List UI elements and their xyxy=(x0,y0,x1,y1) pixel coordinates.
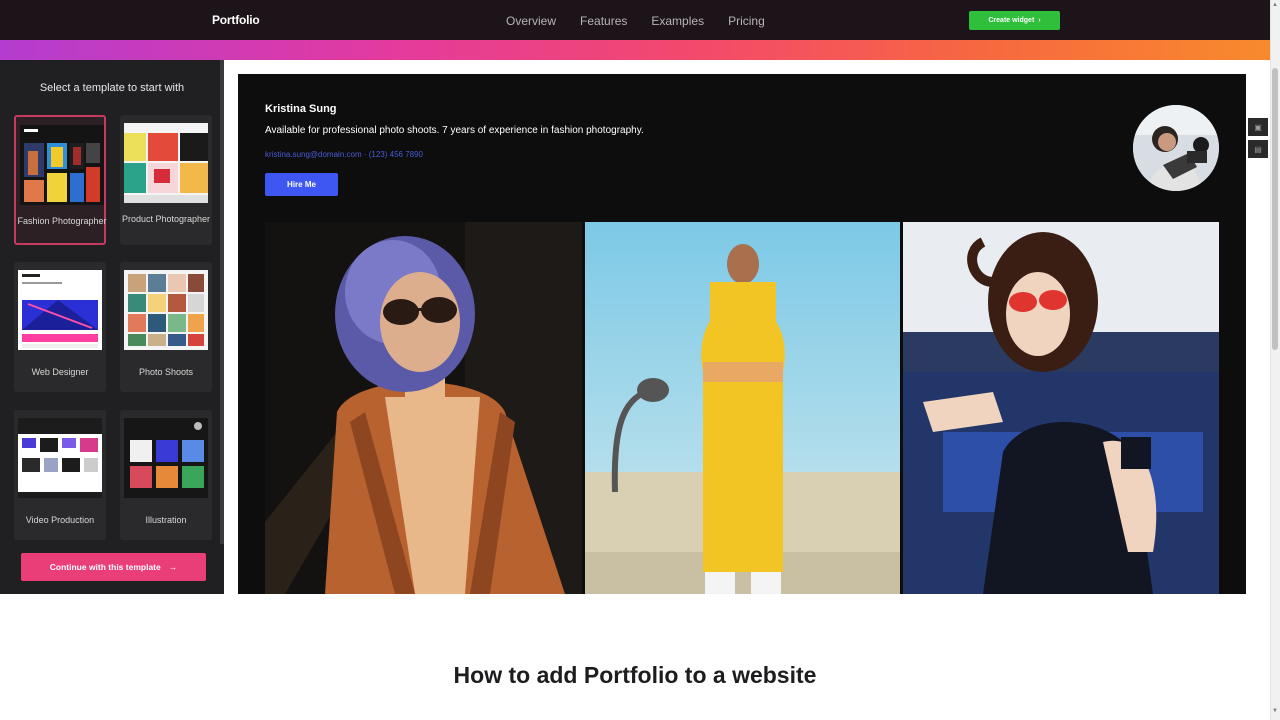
template-label: Photo Shoots xyxy=(138,367,194,377)
template-card-product-photographer[interactable]: Product Photographer xyxy=(120,115,212,245)
continue-label: Continue with this template xyxy=(49,562,161,572)
template-card-fashion-photographer[interactable]: Fashion Photographer xyxy=(14,115,107,245)
nav-pricing[interactable]: Pricing xyxy=(728,14,765,28)
how-to-heading: How to add Portfolio to a website xyxy=(453,662,817,688)
portfolio-photo-3[interactable] xyxy=(903,222,1219,594)
create-widget-label: Create widget xyxy=(988,17,1035,24)
nav-features[interactable]: Features xyxy=(580,14,627,28)
panel-scrollbar[interactable] xyxy=(220,60,224,544)
template-card-web-designer[interactable]: Web Designer xyxy=(14,262,106,392)
create-widget-button[interactable]: Create widget › xyxy=(969,11,1060,30)
template-card-video-production[interactable]: Video Production xyxy=(14,410,106,540)
template-thumbnail xyxy=(124,418,208,498)
template-thumbnail xyxy=(124,123,208,203)
expand-icon[interactable]: ▣ xyxy=(1248,118,1268,136)
portfolio-photo-1[interactable] xyxy=(265,222,582,594)
brand-logo[interactable]: Portfolio xyxy=(212,13,260,27)
layout-icon[interactable]: ▤ xyxy=(1248,140,1268,158)
top-navbar: Portfolio Overview Features Examples Pri… xyxy=(0,0,1270,40)
template-thumbnail xyxy=(20,125,104,205)
profile-name: Kristina Sung xyxy=(265,103,337,115)
avatar xyxy=(1133,105,1219,191)
panel-title: Select a template to start with xyxy=(39,82,185,94)
nav-examples[interactable]: Examples xyxy=(651,14,704,28)
template-label: Fashion Photographer xyxy=(17,216,107,226)
profile-contact[interactable]: kristina.sung@domain.com · (123) 456 789… xyxy=(265,150,423,159)
hire-me-button[interactable]: Hire Me xyxy=(265,173,338,196)
template-label: Product Photographer xyxy=(121,214,211,224)
main-nav: Overview Features Examples Pricing xyxy=(506,14,765,28)
portfolio-photo-2[interactable] xyxy=(585,222,900,594)
template-thumbnail xyxy=(124,270,208,350)
nav-overview[interactable]: Overview xyxy=(506,14,556,28)
arrow-right-icon: → xyxy=(168,562,178,572)
template-label: Video Production xyxy=(25,515,95,525)
portfolio-preview: Kristina Sung Available for professional… xyxy=(238,74,1246,594)
template-thumbnail xyxy=(18,270,102,350)
template-thumbnail xyxy=(18,418,102,498)
scroll-down-icon[interactable]: ▼ xyxy=(1271,708,1279,718)
chevron-icon: › xyxy=(1038,17,1041,24)
template-card-illustration[interactable]: Illustration xyxy=(120,410,212,540)
continue-with-template-button[interactable]: Continue with this template → xyxy=(21,553,206,581)
profile-description: Available for professional photo shoots.… xyxy=(265,125,644,136)
gradient-banner xyxy=(0,40,1270,60)
template-card-photo-shoots[interactable]: Photo Shoots xyxy=(120,262,212,392)
template-label: Illustration xyxy=(145,515,187,525)
template-label: Web Designer xyxy=(31,367,89,377)
scroll-up-icon[interactable]: ▲ xyxy=(1271,2,1279,12)
template-panel: Select a template to start with Fashion … xyxy=(0,60,224,594)
page-scrollbar-thumb[interactable] xyxy=(1272,68,1278,350)
